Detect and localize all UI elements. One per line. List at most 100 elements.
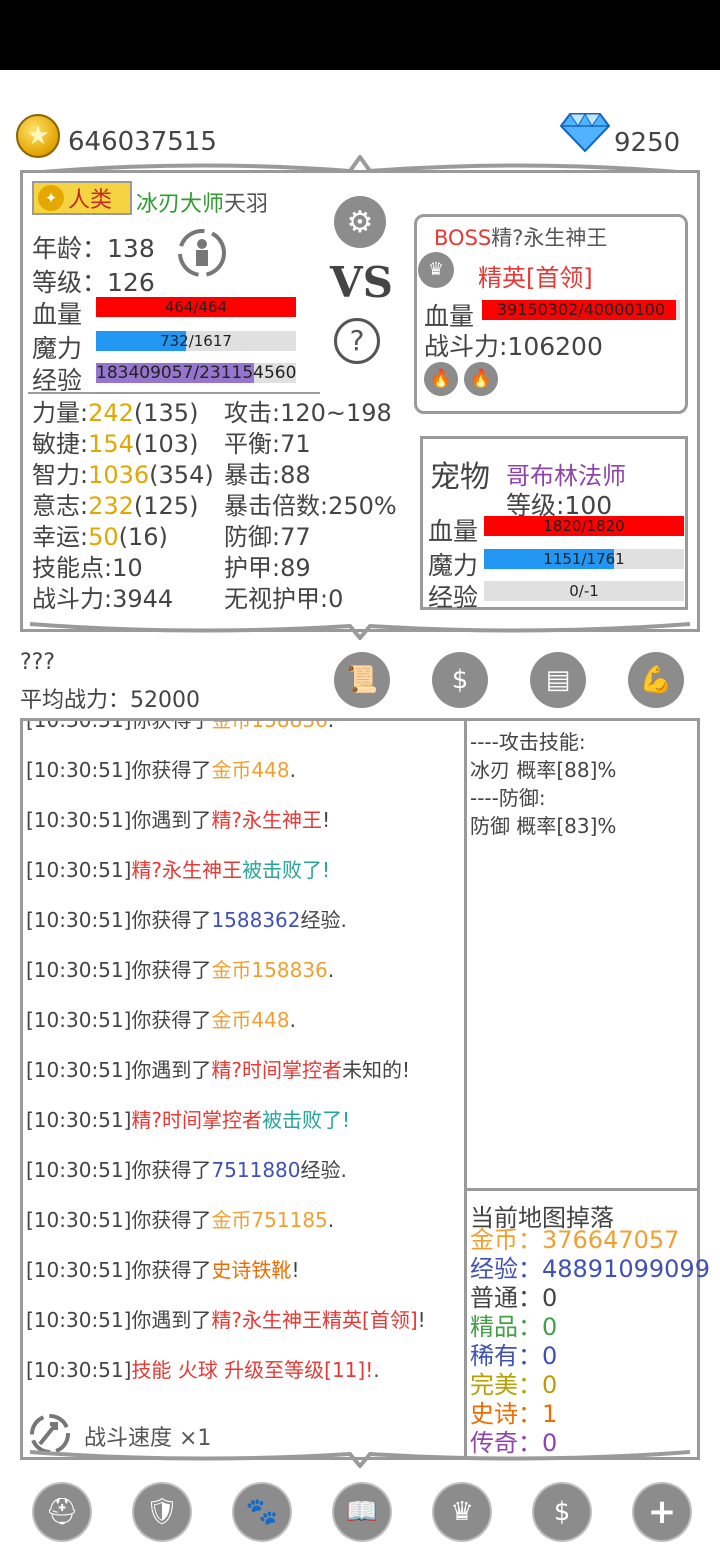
strength-icon: 💪	[639, 665, 673, 695]
stat-row: 护甲:89	[224, 554, 311, 582]
bank-button[interactable]: $	[432, 652, 488, 708]
map-icon: ▤	[545, 665, 571, 695]
player-name: 冰刃大师天羽	[136, 186, 268, 218]
status-bar	[0, 0, 720, 70]
race-badge[interactable]: ✦ 人类	[32, 181, 132, 215]
log-entry: [10:30:51]你获得了金币158836.	[26, 958, 335, 982]
drop-entry: 完美：0	[470, 1371, 558, 1399]
stat-row: 智力:1036(354)	[32, 460, 214, 491]
log-entry: [10:30:51]精?永生神王被击败了!	[26, 858, 331, 882]
race-icon: ✦	[38, 185, 64, 211]
skills-list: ----攻击技能: 冰刃 概率[88]% ----防御: 防御 概率[83]%	[470, 728, 616, 840]
stat-base: (125)	[133, 492, 199, 520]
log-entry: [10:30:51]你获得了金币448.	[26, 758, 296, 782]
nav-character-button[interactable]: ⛑	[34, 1484, 90, 1540]
player-name-text: 天羽	[224, 192, 269, 217]
pet-mp-label: 魔力	[428, 551, 479, 580]
level-row: 等级：126	[32, 268, 155, 297]
armor-icon: 🛡	[145, 1497, 179, 1527]
stat-base: (135)	[133, 399, 199, 427]
settings-button[interactable]: ⚙	[334, 196, 386, 248]
gold-amount: 646037515	[68, 127, 217, 157]
helmet-icon: ⛑	[45, 1497, 79, 1527]
pet-exp-label: 经验	[428, 583, 479, 612]
stat-name: 战斗力:3944	[32, 585, 174, 613]
crown-icon: ♛	[450, 1497, 474, 1527]
log-entry: [10:30:51]精?时间掌控者被击败了!	[26, 1108, 351, 1132]
log-entry: [10:30:51]你获得了金币158836.	[26, 721, 426, 745]
stat-value: 1036	[88, 461, 150, 489]
rebirth-icon[interactable]	[172, 226, 232, 280]
crown-icon: ♛	[418, 252, 454, 288]
stat-value: 232	[88, 492, 134, 520]
fire-icon[interactable]: 🔥	[424, 362, 458, 396]
log-entry: [10:30:51]你获得了1588362经验.	[26, 908, 347, 932]
stat-name: 力量:	[32, 399, 89, 427]
race-label: 人类	[68, 188, 113, 213]
diamond-icon	[560, 113, 610, 152]
log-entry: [10:30:51]你遇到了精?时间掌控者未知的!	[26, 1058, 411, 1082]
exp-bar: 183409057/231154560	[96, 363, 297, 383]
hp-label: 血量	[32, 300, 83, 329]
battle-log[interactable]: [10:30:51]你获得了金币158836. [10:30:51]你获得了金币4…	[24, 721, 462, 1401]
stat-name: 技能点:10	[32, 554, 143, 582]
bank-icon: $	[451, 665, 469, 695]
panel-divider	[464, 718, 467, 1460]
stat-base: (103)	[133, 430, 199, 458]
scroll-icon: 📜	[345, 665, 379, 695]
stat-row: 无视护甲:0	[224, 585, 344, 613]
pet-hp-bar: 1820/1820	[484, 516, 684, 536]
hp-bar: 464/464	[96, 297, 296, 317]
stat-base: (354)	[149, 461, 214, 489]
vs-label: VS	[330, 258, 393, 307]
paw-icon: 🐾	[245, 1497, 279, 1527]
average-power: 平均战力：52000	[20, 688, 200, 713]
drop-entry: 稀有：0	[470, 1342, 558, 1370]
stat-row: 敏捷:154(103)	[32, 429, 214, 460]
nav-ranking-button[interactable]: ♛	[434, 1484, 490, 1540]
player-title: 冰刃大师	[136, 192, 225, 217]
book-icon: 📖	[345, 1497, 379, 1527]
log-entry: [10:30:51]你获得了史诗铁靴!	[26, 1258, 300, 1282]
skill-entry: 冰刃 概率[88]%	[470, 758, 617, 782]
stat-value: 154	[88, 430, 134, 458]
drops-divider	[464, 1188, 700, 1191]
help-icon[interactable]: ?	[334, 318, 380, 364]
map-button[interactable]: ▤	[530, 652, 586, 708]
nav-more-button[interactable]: +	[634, 1484, 690, 1540]
stat-name: 敏捷:	[32, 430, 89, 458]
nav-equipment-button[interactable]: 🛡	[134, 1484, 190, 1540]
boss-hp-bar: 39150302/40000100	[482, 300, 680, 320]
stat-row: 暴击:88	[224, 461, 311, 489]
stats-left: 力量:242(135) 敏捷:154(103) 智力:1036(354) 意志:232…	[32, 398, 214, 615]
flame-icon[interactable]: 🔥	[464, 362, 498, 396]
log-entry: [10:30:51]你遇到了精?永生神王精英[首领]!	[26, 1308, 426, 1332]
pet-label: 宠物	[430, 460, 490, 495]
stat-row: 幸运:50(16)	[32, 522, 214, 553]
divider	[28, 392, 320, 394]
scroll-button[interactable]: 📜	[334, 652, 390, 708]
shop-icon: $	[553, 1497, 571, 1527]
skill-entry: ----防御:	[470, 786, 546, 810]
stat-name: 幸运:	[32, 523, 89, 551]
log-entry: [10:30:51]技能 火球 升级至等级[11]!.	[26, 1358, 380, 1382]
nav-pet-button[interactable]: 🐾	[234, 1484, 290, 1540]
stat-row: 意志:232(125)	[32, 491, 214, 522]
stat-value: 50	[88, 523, 119, 551]
stat-row: 攻击:120~198	[224, 399, 392, 427]
stat-base: (16)	[118, 523, 168, 551]
mp-label: 魔力	[32, 334, 83, 363]
boss-name: BOSS精?永生神王	[434, 226, 608, 250]
skill-entry: ----攻击技能:	[470, 730, 586, 754]
bottom-ornament	[29, 1450, 691, 1468]
nav-skills-button[interactable]: 📖	[334, 1484, 390, 1540]
drop-entry: 金币：376647057	[470, 1226, 680, 1254]
gold-coin-icon: ★	[16, 114, 60, 158]
strength-button[interactable]: 💪	[628, 652, 684, 708]
skill-entry: 防御 概率[83]%	[470, 814, 617, 838]
stats-right: 攻击:120~198 平衡:71 暴击:88 暴击倍数:250% 防御:77 护甲:89 无…	[224, 398, 397, 615]
stat-name: 意志:	[32, 492, 89, 520]
nav-shop-button[interactable]: $	[534, 1484, 590, 1540]
drop-entry: 经验：48891099099	[470, 1255, 710, 1283]
boss-power: 战斗力:106200	[424, 332, 603, 361]
